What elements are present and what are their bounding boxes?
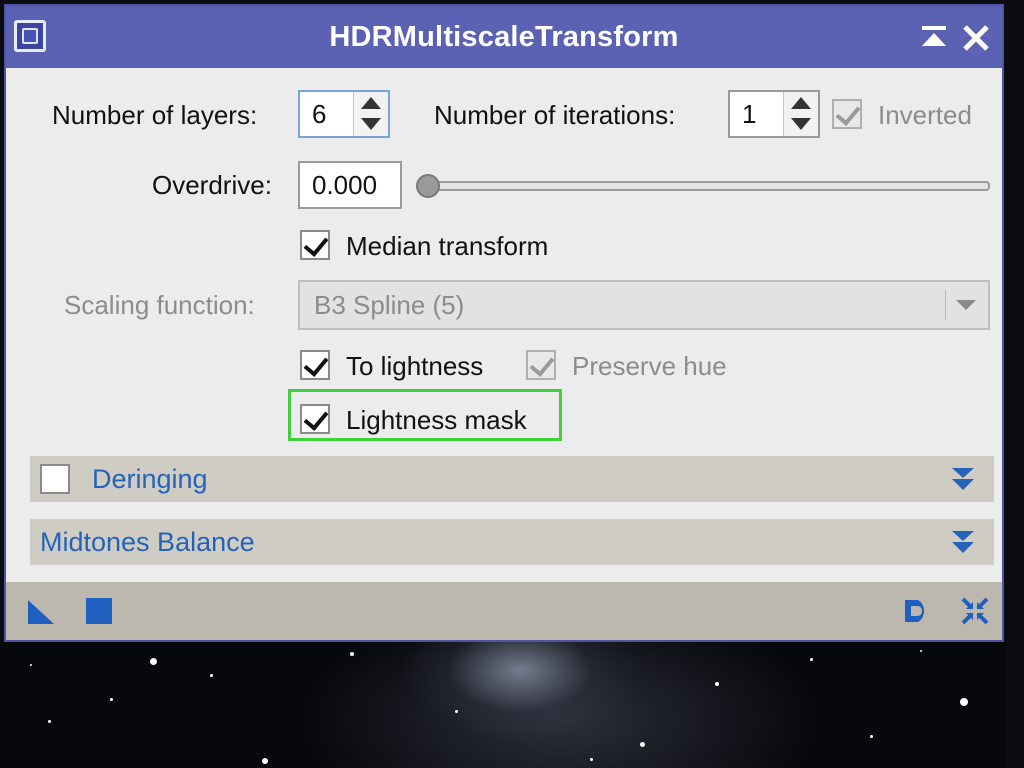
scaling-function-value: B3 Spline (5) bbox=[314, 290, 465, 320]
deringing-checkbox[interactable] bbox=[40, 464, 70, 494]
overdrive-slider[interactable] bbox=[418, 181, 990, 191]
number-of-iterations-value: 1 bbox=[742, 99, 757, 129]
reset-icon[interactable] bbox=[960, 596, 990, 626]
process-dialog: HDRMultiscaleTransform Number of layers:… bbox=[4, 4, 1004, 642]
documentation-icon[interactable] bbox=[902, 596, 932, 626]
number-of-layers-stepper[interactable] bbox=[353, 92, 388, 136]
title-bar[interactable]: HDRMultiscaleTransform bbox=[6, 6, 1002, 68]
new-instance-icon[interactable] bbox=[26, 596, 56, 626]
double-chevron-down-icon[interactable] bbox=[950, 466, 976, 492]
scaling-function-label: Scaling function: bbox=[64, 290, 255, 320]
number-of-layers-value: 6 bbox=[312, 99, 327, 129]
number-of-iterations-label: Number of iterations: bbox=[434, 100, 676, 130]
inverted-checkbox[interactable] bbox=[832, 99, 862, 129]
to-lightness-checkbox[interactable] bbox=[300, 350, 330, 380]
scaling-function-select[interactable]: B3 Spline (5) bbox=[298, 280, 990, 330]
deringing-section-title: Deringing bbox=[92, 464, 208, 494]
overdrive-label: Overdrive: bbox=[152, 170, 272, 200]
median-transform-label: Median transform bbox=[346, 231, 549, 261]
close-icon[interactable] bbox=[956, 18, 996, 58]
lightness-mask-highlight bbox=[288, 389, 562, 441]
apply-global-icon[interactable] bbox=[84, 596, 114, 626]
dialog-footer bbox=[6, 582, 1002, 640]
background-image bbox=[0, 640, 1024, 768]
chevron-down-icon bbox=[956, 300, 976, 310]
window-title: HDRMultiscaleTransform bbox=[329, 21, 679, 53]
overdrive-slider-thumb[interactable] bbox=[416, 174, 440, 198]
midtones-balance-section-header[interactable]: Midtones Balance bbox=[30, 519, 994, 565]
deringing-section-header[interactable]: Deringing bbox=[30, 456, 994, 502]
number-of-iterations-stepper[interactable] bbox=[783, 92, 818, 136]
number-of-layers-spinbox[interactable]: 6 bbox=[298, 90, 390, 138]
preserve-hue-label: Preserve hue bbox=[572, 351, 727, 381]
preserve-hue-checkbox[interactable] bbox=[526, 350, 556, 380]
number-of-iterations-spinbox[interactable]: 1 bbox=[728, 90, 820, 138]
midtones-balance-section-title: Midtones Balance bbox=[40, 527, 255, 557]
median-transform-checkbox[interactable] bbox=[300, 230, 330, 260]
inverted-label: Inverted bbox=[878, 100, 972, 130]
parameters-panel: Number of layers: 6 Number of iterations… bbox=[6, 68, 1002, 582]
background-edge bbox=[1006, 0, 1024, 768]
to-lightness-label: To lightness bbox=[346, 351, 484, 381]
double-chevron-down-icon[interactable] bbox=[950, 529, 976, 555]
number-of-layers-label: Number of layers: bbox=[52, 100, 258, 130]
overdrive-input[interactable]: 0.000 bbox=[298, 161, 402, 209]
shade-icon[interactable] bbox=[914, 18, 954, 58]
